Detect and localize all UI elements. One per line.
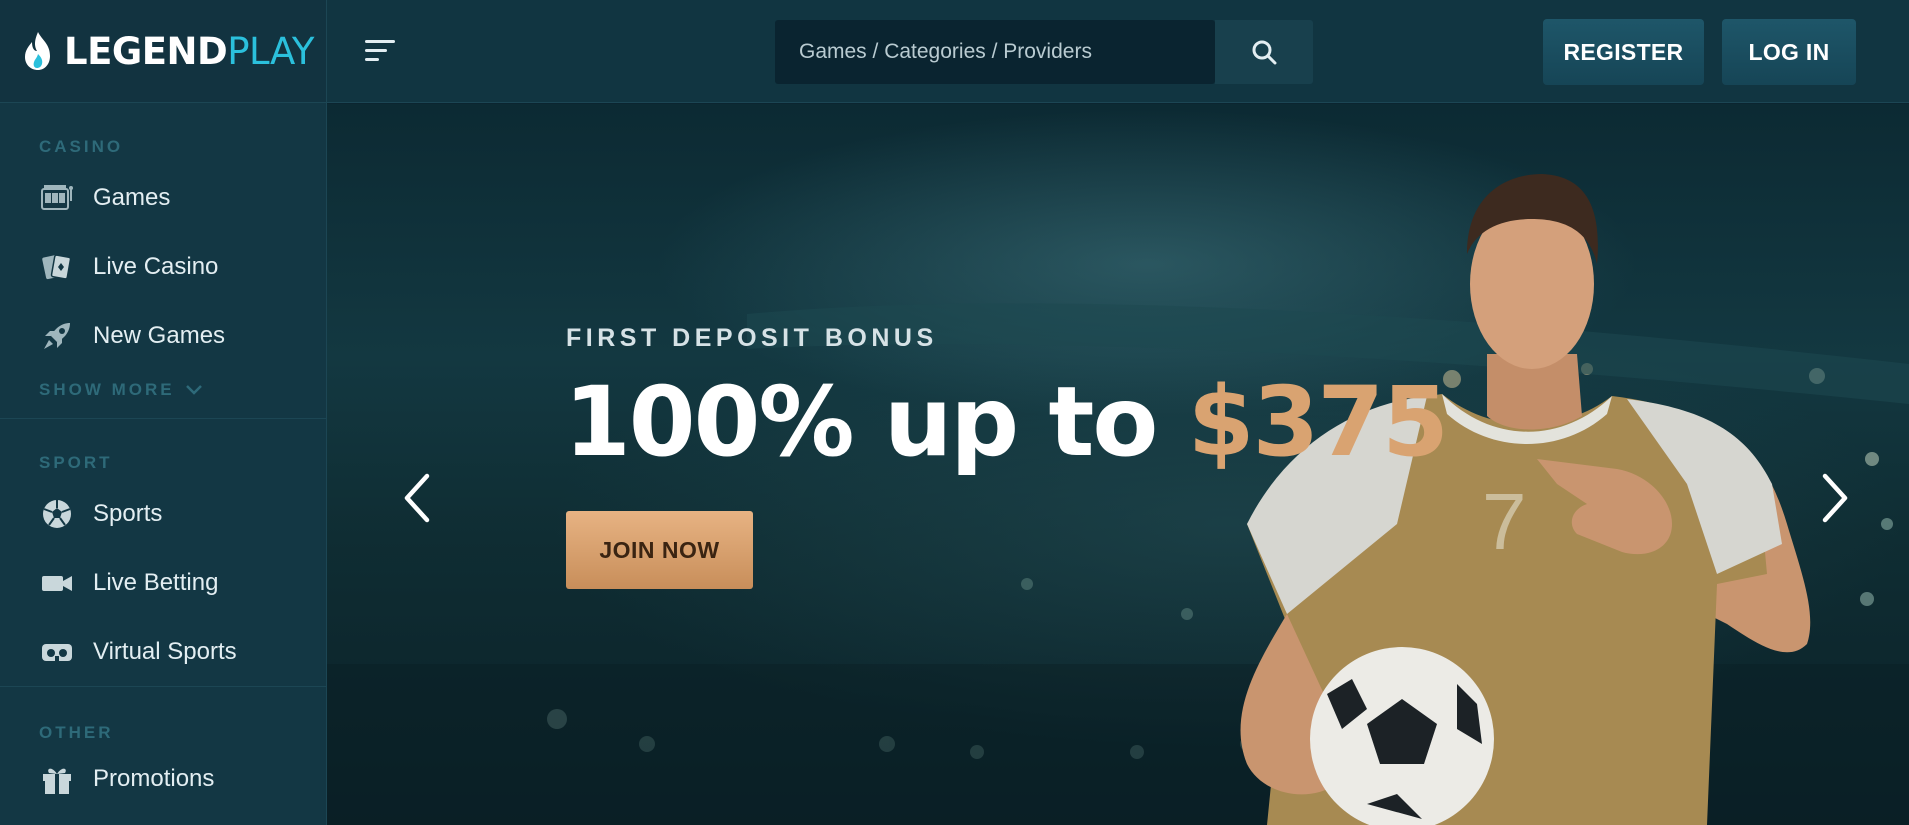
sidebar-item-label: Sports (93, 499, 163, 527)
jersey-number: 7 (1482, 477, 1527, 566)
sidebar: LEGENDPLAY CASINO Games Live Casino New … (0, 0, 327, 825)
logo-text: LEGENDPLAY (64, 29, 315, 73)
gift-icon (39, 761, 75, 797)
rocket-icon (39, 318, 75, 354)
soccer-ball-icon (39, 496, 75, 532)
sidebar-item-label: Virtual Sports (93, 637, 237, 665)
show-more-button[interactable]: SHOW MORE (0, 370, 326, 418)
sidebar-item-label: Promotions (93, 765, 215, 792)
sidebar-item-live-casino[interactable]: Live Casino (0, 232, 326, 301)
chevron-down-icon (185, 385, 202, 395)
flame-logo-icon (25, 32, 50, 70)
hero-banner: 7 FIRST DEPOSIT BONUS 100% up to $375 JO… (327, 104, 1909, 825)
sport-section: SPORT Sports Live Betting Virtual Sports (0, 419, 326, 687)
sidebar-item-label: Live Betting (93, 568, 219, 596)
register-button[interactable]: REGISTER (1543, 19, 1704, 85)
logo-play-text: PLAY (227, 29, 315, 73)
join-now-button[interactable]: JOIN NOW (566, 511, 753, 589)
sidebar-item-sports[interactable]: Sports (0, 479, 326, 548)
top-header: Games / Categories / Providers REGISTER … (327, 0, 1909, 103)
sidebar-item-games[interactable]: Games (0, 163, 326, 232)
other-section: OTHER Promotions (0, 687, 326, 809)
sport-section-label: SPORT (39, 453, 113, 472)
sidebar-item-label: Live Casino (93, 252, 219, 280)
promo-amount: $375 (1187, 366, 1449, 478)
sidebar-item-live-betting[interactable]: Live Betting (0, 548, 326, 617)
sidebar-item-promotions[interactable]: Promotions (0, 749, 326, 809)
playing-cards-icon (39, 249, 75, 285)
sidebar-item-label: Games (93, 183, 171, 211)
search-icon (1252, 40, 1277, 65)
show-more-label: SHOW MORE (39, 380, 175, 399)
sidebar-item-new-games[interactable]: New Games (0, 301, 326, 370)
carousel-prev-arrow-icon[interactable] (397, 468, 437, 528)
vr-headset-icon (39, 634, 75, 670)
search-input[interactable]: Games / Categories / Providers (775, 20, 1215, 84)
casino-section: CASINO Games Live Casino New Games SHOW … (0, 103, 326, 419)
login-button[interactable]: LOG IN (1722, 19, 1856, 85)
casino-section-label: CASINO (39, 137, 124, 156)
search-button[interactable] (1215, 20, 1313, 84)
logo-legend-text: LEGEND (64, 29, 228, 73)
promo-eyebrow: FIRST DEPOSIT BONUS (566, 324, 938, 352)
search-placeholder: Games / Categories / Providers (799, 40, 1092, 63)
sidebar-item-label: New Games (93, 321, 226, 349)
video-camera-icon (39, 565, 75, 601)
sidebar-item-virtual-sports[interactable]: Virtual Sports (0, 617, 326, 686)
logo[interactable]: LEGENDPLAY (0, 0, 326, 103)
other-section-label: OTHER (39, 723, 114, 742)
promo-headline: 100% up to $375 (564, 366, 1449, 478)
promo-headline-prefix: 100% up to (564, 366, 1188, 478)
menu-toggle-icon[interactable] (365, 38, 397, 66)
carousel-next-arrow-icon[interactable] (1815, 468, 1855, 528)
slot-machine-icon (39, 180, 75, 216)
